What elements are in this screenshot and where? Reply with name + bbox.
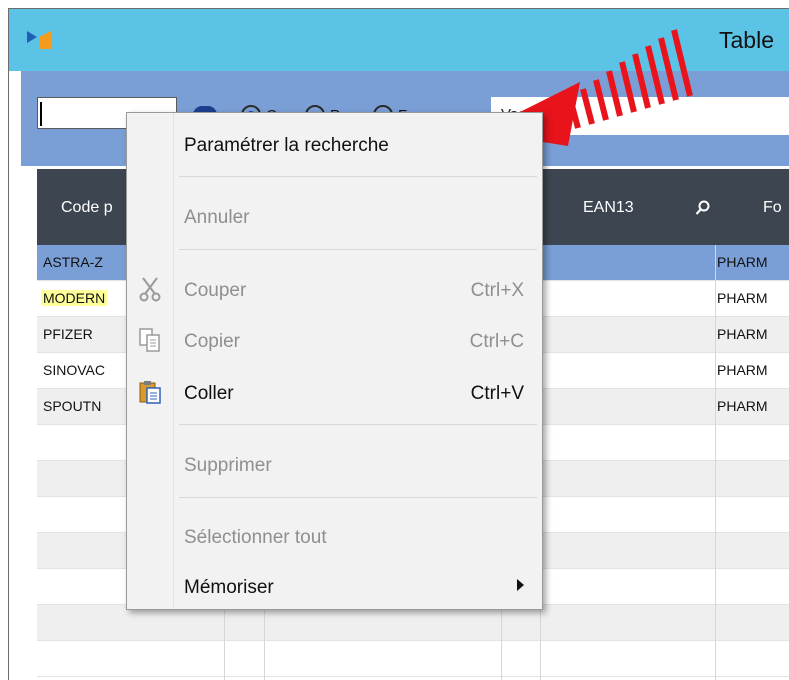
cell-four: PHARM [717,398,768,414]
column-divider [715,245,716,680]
menu-item-label: Supprimer [184,455,272,476]
menu-item-parametrer-recherche[interactable]: Paramétrer la recherche [127,125,542,161]
menu-item-label: Couper [184,280,247,301]
cell-code: ASTRA-Z [43,254,103,270]
menu-item-shortcut: Ctrl+V [470,383,524,404]
menu-item-shortcut: Ctrl+X [470,280,524,301]
cell-four: PHARM [717,326,768,342]
menu-item-couper[interactable]: Couper Ctrl+X [127,270,542,306]
search-icon[interactable] [695,200,711,216]
menu-item-selectionner-tout[interactable]: Sélectionner tout [127,517,542,553]
menu-item-coller[interactable]: Coller Ctrl+V [127,373,542,409]
menu-item-memoriser[interactable]: Mémoriser [127,567,542,603]
copy-icon [139,328,160,352]
table-row[interactable] [37,641,789,677]
column-header-code[interactable]: Code p [61,199,113,217]
cell-four: PHARM [717,362,768,378]
column-header-four[interactable]: Fo [763,199,782,217]
menu-separator [179,424,537,425]
cell-four: PHARM [717,290,768,306]
table-row[interactable] [37,605,789,641]
scissors-icon [139,277,161,302]
app-logo-icon [27,31,51,49]
menu-item-label: Annuler [184,207,250,228]
menu-item-copier[interactable]: Copier Ctrl+C [127,321,542,357]
cell-four: PHARM [717,254,768,270]
cell-code: PFIZER [43,326,93,342]
cell-code: MODERN [41,290,108,306]
text-caret [40,102,42,126]
cell-code: SPOUTN [43,398,102,414]
menu-separator [179,249,537,250]
menu-separator [179,497,537,498]
menu-item-supprimer[interactable]: Supprimer [127,445,542,481]
menu-item-label: Sélectionner tout [184,527,327,548]
window-title: Table [719,27,774,53]
paste-icon [139,381,161,404]
menu-item-label: Mémoriser [184,577,274,598]
menu-item-shortcut: Ctrl+C [469,331,524,352]
submenu-arrow-icon [517,579,524,591]
menu-item-label: Coller [184,383,234,404]
menu-separator [179,176,537,177]
menu-item-label: Copier [184,331,240,352]
column-header-ean13[interactable]: EAN13 [583,199,634,217]
context-menu: Paramétrer la recherche Annuler Couper C… [126,112,543,610]
menu-item-annuler[interactable]: Annuler [127,197,542,233]
menu-item-label: Paramétrer la recherche [184,135,389,156]
cell-code: SINOVAC [43,362,105,378]
